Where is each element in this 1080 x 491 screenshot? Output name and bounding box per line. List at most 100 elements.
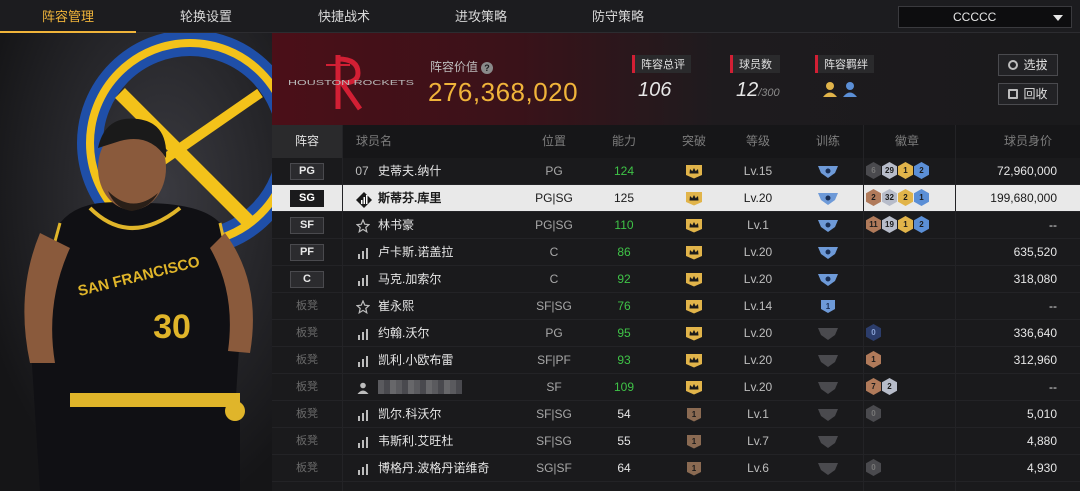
training-shield-icon[interactable] [817, 407, 839, 422]
player-name[interactable]: 凯利.小欧布雷 [378, 347, 453, 374]
player-name[interactable]: 马克.加索尔 [378, 266, 441, 293]
player-name[interactable]: 博格丹.波格丹诺维奇 [378, 455, 489, 482]
bench-slot-label: 板凳 [296, 408, 318, 420]
player-name[interactable]: 卢卡斯.诺盖拉 [378, 239, 453, 266]
badge-list[interactable]: 6 29 1 2 [866, 162, 930, 181]
table-row[interactable]: SG 斯蒂芬.库里 PG|SG 125 Lv.20 2 32 2 1 199,680,000 [272, 185, 1080, 212]
training-shield-icon[interactable]: 1 [817, 299, 839, 314]
table-row[interactable]: 板凳 崔永熙 SF|SG 76 Lv.14 1 -- [272, 293, 1080, 320]
training-shield-icon[interactable] [817, 353, 839, 368]
player-tier-icon [356, 462, 370, 476]
player-name[interactable]: 斯蒂芬.库里 [378, 185, 441, 212]
player-tier-icon [356, 435, 370, 449]
breakthrough-crown-icon[interactable] [685, 380, 703, 395]
breakthrough-level-icon[interactable]: 1 [685, 434, 703, 449]
badge-list[interactable]: 2 32 2 1 [866, 189, 930, 208]
lineup-slot-badge[interactable]: SG [290, 190, 324, 207]
tab-quick-tactics[interactable]: 快捷战术 [276, 0, 412, 33]
header-badges[interactable]: 徽章 [862, 125, 952, 158]
player-name[interactable]: 林书豪 [378, 212, 414, 239]
badge-list[interactable]: 72 [866, 378, 898, 397]
breakthrough-level-icon[interactable]: 1 [685, 407, 703, 422]
badge-list[interactable]: 0 [866, 405, 882, 424]
training-shield-icon[interactable] [817, 272, 839, 287]
player-salary: 199,680,000 [990, 191, 1057, 205]
badge-list[interactable]: 1 [866, 351, 882, 370]
training-shield-icon[interactable] [817, 191, 839, 206]
tab-defense-strategy[interactable]: 防守策略 [550, 0, 686, 33]
lineup-slot-badge[interactable]: SF [290, 217, 324, 234]
table-row[interactable]: 板凳 凯尔.科沃尔 SF|SG 54 1 Lv.1 0 5,010 [272, 401, 1080, 428]
breakthrough-crown-icon[interactable] [685, 164, 703, 179]
player-name[interactable]: 韦斯利.艾旺杜 [378, 428, 453, 455]
breakthrough-crown-icon[interactable] [685, 272, 703, 287]
header-position[interactable]: 位置 [522, 125, 586, 158]
select-button[interactable]: 选拔 [998, 54, 1058, 76]
training-shield-icon[interactable] [817, 164, 839, 179]
tab-rotation-settings[interactable]: 轮换设置 [136, 0, 276, 33]
table-row[interactable]: C 马克.加索尔 C 92 Lv.20 318,080 [272, 266, 1080, 293]
lineup-slot-badge[interactable]: PG [290, 163, 324, 180]
badge-list[interactable]: 0 [866, 459, 882, 478]
breakthrough-crown-icon[interactable] [685, 218, 703, 233]
player-name[interactable]: 史蒂夫.纳什 [378, 158, 441, 185]
training-shield-icon[interactable] [817, 380, 839, 395]
lineup-slot-badge[interactable]: C [290, 271, 324, 288]
table-row[interactable]: 板凳 博格丹.波格丹诺维奇 SG|SF 64 1 Lv.6 0 4,930 [272, 455, 1080, 482]
header-ability[interactable]: 能力 [592, 125, 656, 158]
tab-offense-strategy[interactable]: 进攻策略 [412, 0, 550, 33]
table-row[interactable]: 板凳 韦斯利.艾旺杜 SF|SG 55 1 Lv.7 4,880 [272, 428, 1080, 455]
training-shield-icon[interactable] [817, 461, 839, 476]
stat-player-count: 球员数 12/300 [730, 55, 780, 102]
column-divider [955, 125, 956, 491]
header-player-name[interactable]: 球员名 [342, 125, 432, 158]
table-row[interactable]: 板凳 约翰.沃尔 PG 95 Lv.20 0 336,640 [272, 320, 1080, 347]
lineup-slot-badge[interactable]: PF [290, 244, 324, 261]
badge-icon: 11 [866, 216, 881, 233]
stat-player-count-max: /300 [758, 87, 780, 99]
training-shield-icon[interactable] [817, 245, 839, 260]
help-icon[interactable]: ? [481, 62, 494, 74]
stat-player-count-label: 球员数 [730, 55, 780, 73]
breakthrough-crown-icon[interactable] [685, 326, 703, 341]
header-breakthrough[interactable]: 突破 [662, 125, 726, 158]
header-player-value[interactable]: 球员身价 [962, 125, 1072, 158]
badge-icon: 7 [866, 378, 881, 395]
player-name[interactable]: 崔永熙 [378, 293, 414, 320]
training-shield-icon[interactable] [817, 326, 839, 341]
table-row[interactable]: 板凳 凯利.小欧布雷 SF|PF 93 Lv.20 1 312,960 [272, 347, 1080, 374]
table-row[interactable]: PF 卢卡斯.诺盖拉 C 86 Lv.20 635,520 [272, 239, 1080, 266]
badge-list[interactable]: 0 [866, 324, 882, 343]
training-shield-icon[interactable] [817, 218, 839, 233]
player-position: SF|SG [536, 407, 572, 421]
player-name[interactable]: 约翰.沃尔 [378, 320, 429, 347]
table-row[interactable]: 板凳 SF 109 Lv.20 7 2 -- [272, 374, 1080, 401]
breakthrough-crown-icon[interactable] [685, 353, 703, 368]
player-name[interactable]: 凯尔.科沃尔 [378, 401, 441, 428]
roster-table: 阵容 球员名 位置 能力 突破 等级 训练 徽章 球员身价 PG 0 7 史蒂夫.纳什… [272, 125, 1080, 491]
team-select-value: CCCCC [953, 10, 997, 24]
team-select-dropdown[interactable]: CCCCC [898, 6, 1072, 28]
header-training[interactable]: 训练 [796, 125, 860, 158]
table-row[interactable]: PG 07 史蒂夫.纳什 PG 124 Lv.15 6 29 1 2 72,960,000 [272, 158, 1080, 185]
header-level[interactable]: 等级 [726, 125, 790, 158]
team-logo-text: HOUSTON ROCKETS [288, 80, 415, 87]
breakthrough-crown-icon[interactable] [685, 245, 703, 260]
bench-slot-label: 板凳 [296, 381, 318, 393]
recycle-button[interactable]: 回收 [998, 83, 1058, 105]
chemistry-icons[interactable] [821, 79, 874, 104]
tab-lineup-management[interactable]: 阵容管理 [0, 0, 136, 33]
header-slot[interactable]: 阵容 [272, 125, 342, 158]
table-row[interactable]: SF 林书豪 PG|SG 110 Lv.1 11 19 1 2 -- [272, 212, 1080, 239]
breakthrough-crown-icon[interactable] [685, 191, 703, 206]
badge-icon: 1 [898, 162, 913, 179]
breakthrough-level-icon[interactable]: 1 [685, 461, 703, 476]
player-salary: 635,520 [1013, 245, 1057, 259]
player-name-redacted[interactable] [378, 374, 462, 401]
breakthrough-crown-icon[interactable] [685, 299, 703, 314]
player-salary: 5,010 [1026, 407, 1057, 421]
player-level: Lv.7 [747, 434, 769, 448]
badge-list[interactable]: 11 19 1 2 [866, 216, 930, 235]
player-position: SF|PF [537, 353, 571, 367]
training-shield-icon[interactable] [817, 434, 839, 449]
